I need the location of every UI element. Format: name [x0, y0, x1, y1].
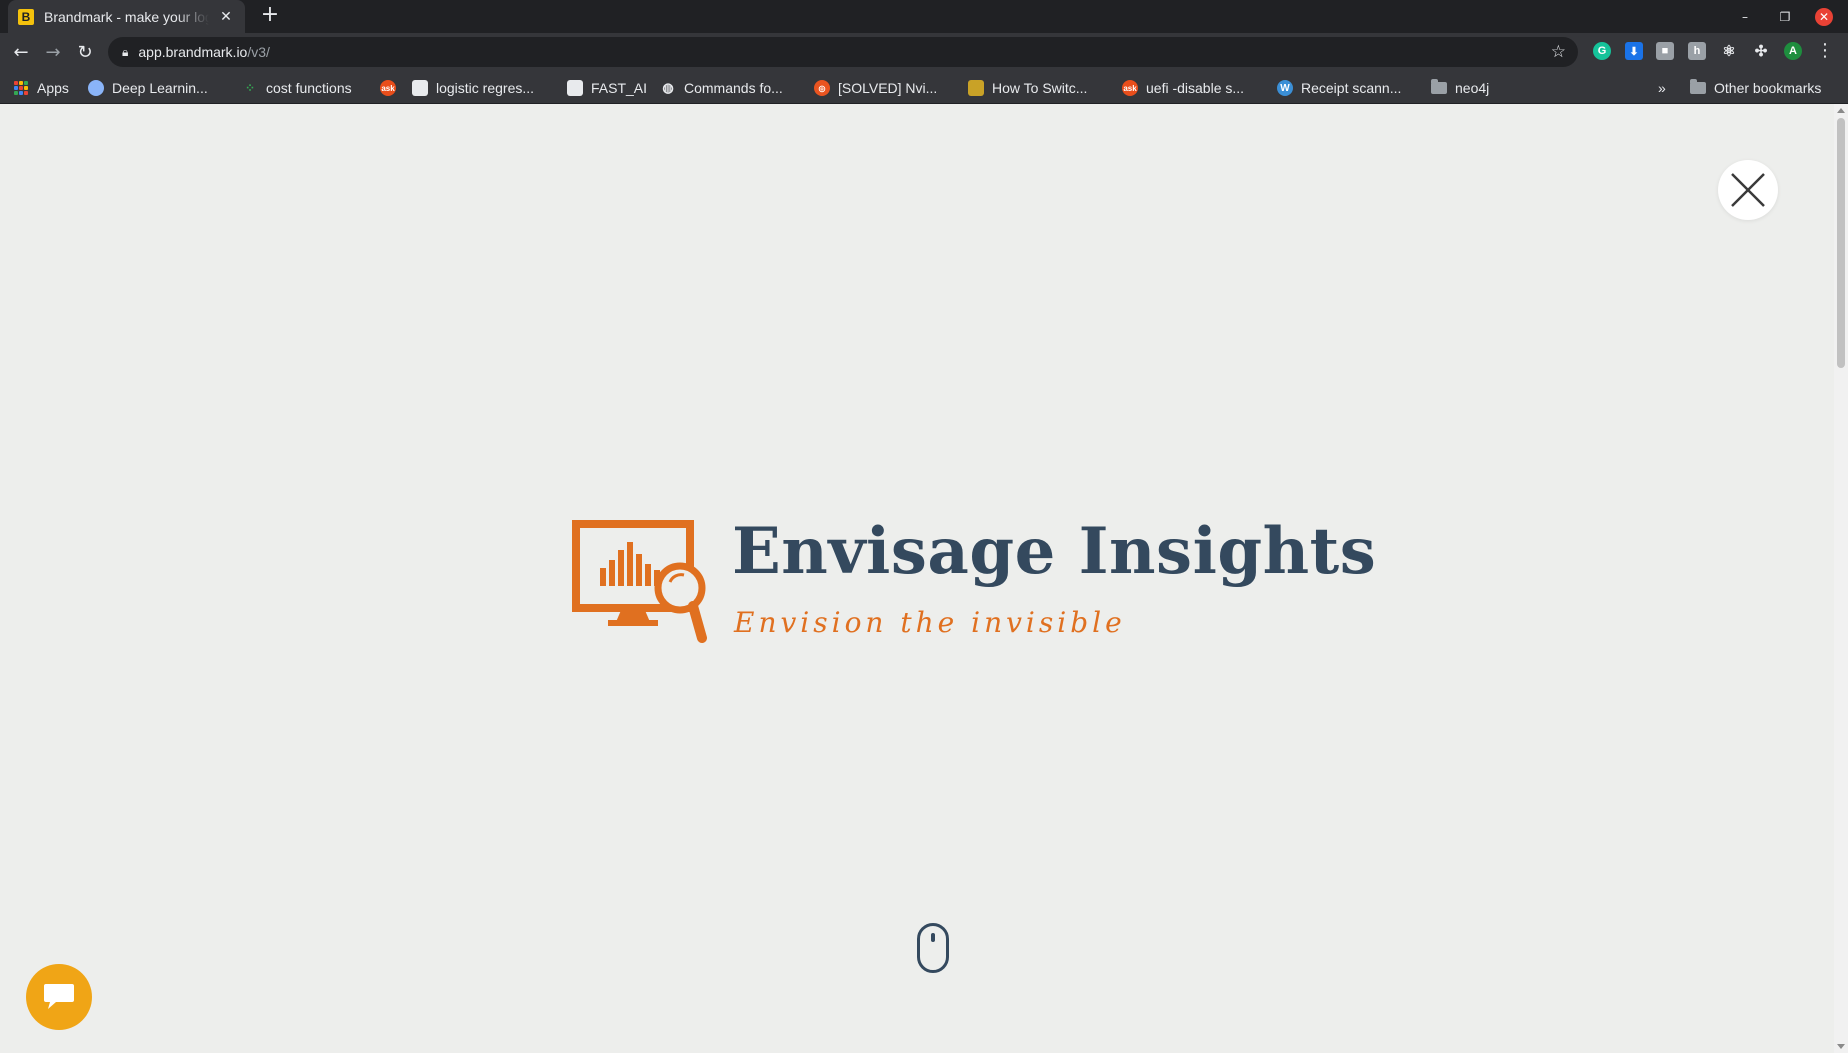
tab-title: Brandmark - make your logo: [44, 8, 209, 25]
bookmark-cost-functions[interactable]: ⁘ cost functions: [242, 78, 352, 98]
page-icon: [567, 80, 583, 96]
bookmark-label: How To Switc...: [992, 80, 1088, 96]
bookmark-label: Receipt scann...: [1301, 80, 1402, 96]
bookmark-uefi[interactable]: ask uefi -disable s...: [1122, 78, 1244, 98]
bookmark-commands[interactable]: ◍ Commands fo...: [660, 78, 783, 98]
bookmark-label: neo4j: [1455, 80, 1490, 96]
bookmark-fast-ai[interactable]: FAST_AI: [567, 78, 647, 98]
window-close-icon[interactable]: ✕: [1815, 8, 1833, 26]
tab-close-icon[interactable]: ✕: [217, 8, 235, 26]
page-scrollbar[interactable]: [1834, 104, 1848, 1053]
logo-preview-page: Envisage Insights Envision the invisible: [0, 104, 1834, 1053]
brand-logo: Envisage Insights Envision the invisible: [572, 514, 1376, 644]
lock-icon: 🔒︎: [122, 44, 129, 59]
bookmark-label: FAST_AI: [591, 80, 648, 96]
bookmark-deep-learning[interactable]: Deep Learnin...: [88, 78, 208, 98]
bookmark-label: cost functions: [266, 80, 352, 96]
new-tab-button[interactable]: +: [258, 4, 282, 28]
bookmark-label: Commands fo...: [684, 80, 783, 96]
scroll-down-arrow-icon[interactable]: [1837, 1044, 1845, 1049]
extension-icon[interactable]: h: [1688, 42, 1706, 60]
folder-icon: [1431, 79, 1447, 94]
ask-icon: ask: [380, 80, 396, 96]
grammarly-extension-icon[interactable]: G: [1593, 42, 1611, 60]
other-bookmarks[interactable]: Other bookmarks: [1690, 78, 1821, 98]
ubuntu-icon: ◎: [814, 80, 830, 96]
more-bookmarks-button[interactable]: »: [1658, 78, 1666, 98]
globe-icon: ◍: [660, 80, 676, 96]
brain-icon: [88, 80, 104, 96]
restore-icon[interactable]: ❐: [1774, 6, 1796, 28]
back-icon[interactable]: ←: [9, 40, 33, 64]
url-host: app.brandmark.io: [138, 44, 248, 60]
address-bar[interactable]: 🔒︎ app.brandmark.io/v3/ ☆: [108, 37, 1578, 67]
bookmark-neo4j[interactable]: neo4j: [1431, 78, 1489, 98]
wordpress-icon: W: [1277, 80, 1293, 96]
folder-icon: [1690, 79, 1706, 94]
chat-icon: [44, 984, 74, 1009]
bookmark-star-icon[interactable]: ☆: [1551, 42, 1566, 62]
profile-avatar[interactable]: A: [1784, 42, 1802, 60]
extensions-puzzle-icon[interactable]: ✣: [1752, 42, 1770, 60]
browser-menu-icon[interactable]: ⋮: [1816, 40, 1834, 61]
bookmark-ask[interactable]: ask: [380, 78, 404, 98]
apps-grid-icon: [13, 80, 29, 96]
download-extension-icon[interactable]: ⬇: [1625, 42, 1643, 60]
forward-icon[interactable]: →: [41, 40, 65, 64]
bookmark-label: Apps: [37, 80, 69, 96]
bookmark-label: Other bookmarks: [1714, 80, 1822, 96]
browser-toolbar: ← → ↻ 🔒︎ app.brandmark.io/v3/ ☆ G ⬇ ■ h …: [0, 33, 1848, 71]
bookmark-label: logistic regres...: [436, 80, 535, 96]
bookmark-receipt-scanner[interactable]: W Receipt scann...: [1277, 78, 1401, 98]
bookmark-label: [SOLVED] Nvi...: [838, 80, 938, 96]
scroll-thumb[interactable]: [1837, 118, 1845, 368]
bookmark-label: uefi -disable s...: [1146, 80, 1245, 96]
chat-button[interactable]: [26, 964, 92, 1030]
avatar-icon: [968, 80, 984, 96]
browser-tab[interactable]: B Brandmark - make your logo ✕: [8, 0, 245, 33]
page-icon: [412, 80, 428, 96]
bookmark-label: Deep Learnin...: [112, 80, 208, 96]
bookmark-logistic-regression[interactable]: logistic regres...: [412, 78, 534, 98]
brand-tagline: Envision the invisible: [734, 606, 1126, 639]
brand-name: Envisage Insights: [732, 514, 1377, 589]
ask-icon: ask: [1122, 80, 1138, 96]
bookmark-apps[interactable]: Apps: [13, 78, 69, 98]
url-path: /v3/: [247, 44, 270, 60]
dots-icon: ⁘: [242, 80, 258, 96]
monitor-magnifier-icon: [572, 520, 707, 643]
extension-icon[interactable]: ■: [1656, 42, 1674, 60]
bookmark-solved-nvidia[interactable]: ◎ [SOLVED] Nvi...: [814, 78, 937, 98]
tab-strip: B Brandmark - make your logo ✕ + – ❐ ✕: [0, 0, 1848, 33]
close-icon: [1731, 173, 1765, 207]
scroll-mouse-icon: [917, 923, 949, 973]
more-bookmarks-chevron-icon: »: [1658, 80, 1666, 96]
scroll-up-arrow-icon[interactable]: [1837, 108, 1845, 113]
reload-icon[interactable]: ↻: [73, 40, 97, 64]
bookmarks-bar: Apps Deep Learnin... ⁘ cost functions as…: [0, 71, 1848, 104]
close-preview-button[interactable]: [1718, 160, 1778, 220]
minimize-icon[interactable]: –: [1734, 6, 1756, 28]
react-extension-icon[interactable]: ⚛: [1720, 42, 1738, 60]
brandmark-favicon-icon: B: [18, 8, 34, 25]
bookmark-how-to-switch[interactable]: How To Switc...: [968, 78, 1087, 98]
